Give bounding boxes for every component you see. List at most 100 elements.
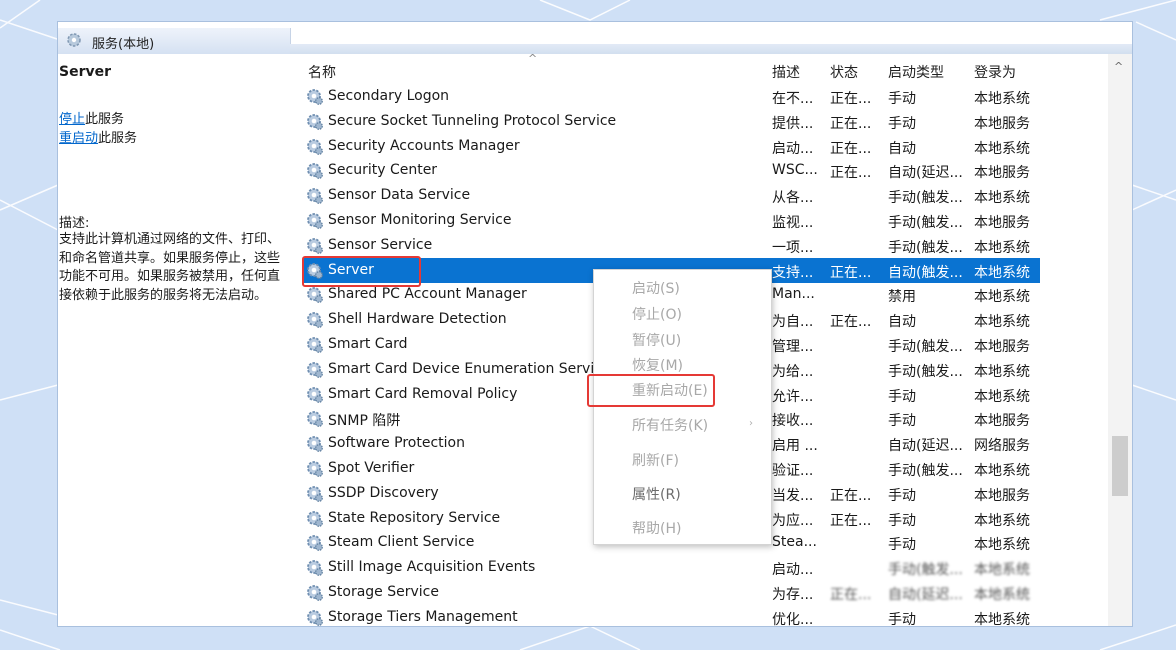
service-gear-icon (306, 336, 324, 358)
service-name-heading: Server (59, 64, 112, 80)
service-gear-icon (306, 510, 324, 532)
service-row[interactable]: Storage Service 为存... 正在... 自动(延迟... 本地系统 (304, 580, 1040, 605)
restart-service-line: 重启动此服务 (59, 131, 138, 146)
service-name: Shared PC Account Manager (328, 286, 527, 303)
scroll-thumb[interactable] (1112, 436, 1128, 496)
service-desc: 在不... (772, 91, 814, 107)
service-desc: 管理... (772, 339, 814, 355)
service-name: Steam Client Service (328, 534, 475, 551)
service-row[interactable]: Security Accounts Manager 启动... 正在... 自动 本地系… (304, 134, 1040, 159)
service-row[interactable]: Secondary Logon 在不... 正在... 手动 本地系统 (304, 84, 1040, 109)
context-menu: 启动(S) 停止(O) 暂停(U) 恢复(M) 重新启动(E) 所有任务(K) … (593, 269, 772, 545)
server-highlight-box (302, 256, 421, 287)
service-start: 手动 (888, 413, 916, 430)
menu-item-start[interactable]: 启动(S) (632, 278, 680, 298)
service-desc: 当发... (772, 487, 814, 504)
service-status: 正在... (830, 264, 872, 281)
service-login: 本地服务 (974, 115, 1030, 132)
service-start: 手动 (888, 388, 916, 405)
service-desc: 监视... (772, 215, 814, 231)
service-name: Smart Card Removal Policy (328, 385, 518, 402)
service-name: Smart Card (328, 336, 408, 352)
service-login: 本地服务 (974, 487, 1030, 504)
service-gear-icon (306, 559, 324, 581)
restart-service-link[interactable]: 重启动 (59, 131, 98, 146)
service-login: 本地系统 (974, 587, 1030, 603)
service-start: 自动(触发... (888, 264, 963, 281)
column-header-startup[interactable]: 启动类型 (888, 62, 944, 82)
service-desc: 允许... (772, 388, 814, 405)
service-gear-icon (306, 361, 324, 383)
service-gear-icon (306, 113, 324, 135)
column-header-name[interactable]: 名称 (308, 62, 336, 82)
menu-item-help[interactable]: 帮助(H) (632, 518, 681, 538)
service-gear-icon (306, 311, 324, 333)
service-login: 本地服务 (974, 165, 1030, 182)
service-name: Sensor Service (328, 236, 433, 253)
title-bar: 服务(本地) (58, 22, 1132, 54)
service-gear-icon (306, 212, 324, 234)
service-row[interactable]: Still Image Acquisition Events 启动... 手动(触发… (304, 555, 1040, 580)
service-name: SSDP Discovery (328, 484, 439, 501)
service-desc: 支持... (772, 264, 814, 281)
service-name: Security Center (328, 162, 438, 179)
service-gear-icon (306, 286, 324, 308)
service-login: 本地系统 (974, 562, 1030, 579)
service-login: 网络服务 (974, 438, 1030, 455)
service-desc: 优化... (772, 611, 814, 626)
service-login: 本地服务 (974, 339, 1030, 355)
column-header-login[interactable]: 登录为 (974, 62, 1016, 82)
stop-service-link[interactable]: 停止 (59, 112, 85, 127)
menu-item-refresh[interactable]: 刷新(F) (632, 450, 679, 470)
menu-item-pause[interactable]: 暂停(U) (632, 330, 681, 350)
column-header-status[interactable]: 状态 (830, 62, 858, 82)
service-name: Secure Socket Tunneling Protocol Service (328, 112, 617, 129)
service-start: 手动(触发... (888, 190, 963, 207)
service-desc: Stea... (772, 534, 817, 551)
service-desc: 为自... (772, 314, 814, 331)
service-start: 手动 (888, 512, 916, 529)
service-gear-icon (306, 410, 324, 432)
vertical-scrollbar[interactable]: ^ (1108, 54, 1132, 626)
sort-indicator-icon: ^ (528, 52, 538, 65)
service-row[interactable]: Sensor Service 一项... 手动(触发... 本地系统 (304, 233, 1040, 258)
menu-item-properties[interactable]: 属性(R) (632, 484, 681, 504)
service-gear-icon (306, 162, 324, 184)
service-row[interactable]: Security Center WSC... 正在... 自动(延迟... 本地服务 (304, 158, 1040, 183)
service-desc: 接收... (772, 413, 814, 430)
service-name: Storage Service (328, 584, 439, 600)
service-name: Sensor Monitoring Service (328, 212, 512, 228)
services-icon (67, 33, 81, 47)
service-desc: 启用 ... (772, 438, 818, 455)
service-name: State Repository Service (328, 509, 501, 526)
service-desc: 为存... (772, 587, 814, 603)
service-start: 手动 (888, 537, 916, 554)
service-start: 自动(延迟... (888, 587, 963, 603)
menu-item-resume[interactable]: 恢复(M) (632, 355, 683, 375)
service-row[interactable]: Secure Socket Tunneling Protocol Service… (304, 109, 1040, 134)
service-login: 本地系统 (974, 289, 1030, 306)
service-login: 本地系统 (974, 239, 1030, 256)
service-row[interactable]: Storage Tiers Management 优化... 手动 本地系统 (304, 605, 1040, 626)
detail-pane: Server 停止此服务 重启动此服务 描述: 支持此计算机通过网络的文件、打印… (58, 54, 290, 626)
service-login: 本地系统 (974, 463, 1030, 479)
service-desc: 提供... (772, 115, 814, 132)
scroll-up-icon[interactable]: ^ (1114, 60, 1123, 73)
service-status: 正在... (830, 140, 872, 157)
menu-item-all-tasks[interactable]: 所有任务(K) (632, 415, 708, 435)
service-status: 正在... (830, 487, 872, 504)
restart-highlight-box (587, 374, 715, 407)
stop-service-line: 停止此服务 (59, 112, 125, 127)
service-status: 正在... (830, 115, 872, 132)
submenu-arrow-icon: › (749, 418, 753, 429)
service-row[interactable]: Sensor Monitoring Service 监视... 手动(触发... 本地… (304, 208, 1040, 233)
service-desc: 启动... (772, 140, 814, 157)
service-login: 本地系统 (974, 363, 1030, 380)
column-header-desc[interactable]: 描述 (772, 62, 800, 82)
menu-item-stop[interactable]: 停止(O) (632, 304, 682, 324)
service-gear-icon (306, 386, 324, 408)
service-gear-icon (306, 88, 324, 110)
service-row[interactable]: Sensor Data Service 从各... 手动(触发... 本地系统 (304, 183, 1040, 208)
service-gear-icon (306, 584, 324, 606)
service-name: Spot Verifier (328, 460, 415, 476)
